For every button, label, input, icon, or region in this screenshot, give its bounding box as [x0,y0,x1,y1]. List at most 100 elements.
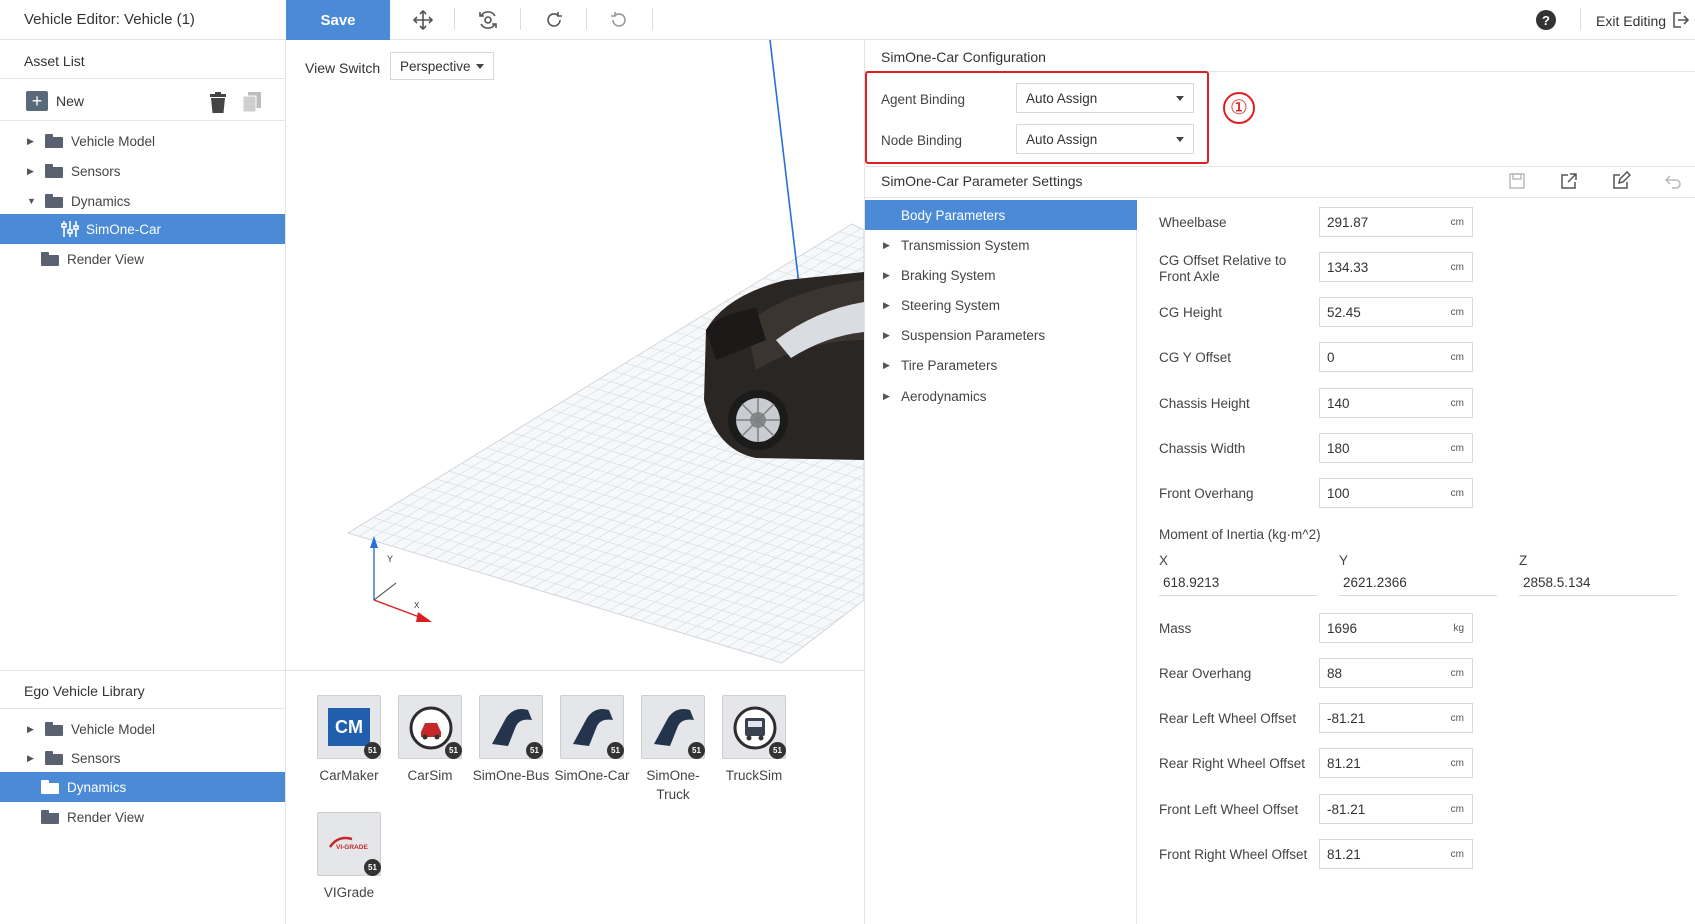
tree-item-dynamics[interactable]: ▼ Dynamics [0,186,285,216]
param-input-front-overhang[interactable]: 100 cm [1319,478,1473,508]
param-input-cg-offset[interactable]: 134.33 cm [1319,252,1473,282]
library-vehicle-carsim[interactable]: 51 CarSim [390,695,470,785]
library-item-dynamics[interactable]: Dynamics [0,772,285,802]
export-icon[interactable] [1559,171,1579,191]
expand-arrow-icon[interactable]: ▶ [883,240,890,251]
tree-item-render-view[interactable]: Render View [0,244,285,274]
expand-arrow-icon[interactable]: ▶ [883,300,890,311]
tree-item-simone-car[interactable]: SimOne-Car [0,214,285,244]
category-steering-system[interactable]: ▶ Steering System [865,290,1137,320]
carmaker-icon: CM 51 [317,695,381,759]
inertia-input-z[interactable]: 2858.5.134 [1519,570,1677,596]
agent-binding-dropdown[interactable]: Auto Assign [1016,83,1194,113]
category-transmission-system[interactable]: ▶ Transmission System [865,230,1137,260]
badge: 51 [364,859,381,876]
exit-icon[interactable] [1670,10,1690,30]
tree-item-label: SimOne-Car [86,221,162,237]
param-input-rear-overhang[interactable]: 88 cm [1319,658,1473,688]
param-unit: cm [1450,217,1464,228]
expand-arrow-icon[interactable]: ▶ [883,360,890,371]
category-body-parameters[interactable]: Body Parameters [865,200,1137,230]
expand-arrow-icon[interactable]: ▶ [27,167,35,176]
category-aerodynamics[interactable]: ▶ Aerodynamics [865,381,1137,411]
param-unit: cm [1450,307,1464,318]
tree-item-vehicle-model[interactable]: ▶ Vehicle Model [0,126,285,156]
library-item-sensors[interactable]: ▶ Sensors [0,743,285,773]
move-icon[interactable] [411,8,435,32]
param-input-front-right-wheel-offset[interactable]: 81.21 cm [1319,839,1473,869]
badge: 51 [769,742,786,759]
param-label-cg-height: CG Height [1159,305,1223,320]
3d-viewport[interactable]: Y X View Switch Perspective [286,40,864,670]
library-item-render-view[interactable]: Render View [0,802,285,832]
expand-arrow-icon[interactable]: ▶ [883,391,890,402]
param-input-wheelbase[interactable]: 291.87 cm [1319,207,1473,237]
param-value: 1696 [1327,620,1358,636]
tree-item-label: Render View [67,251,145,267]
redo-icon[interactable] [542,8,566,32]
param-value: 291.87 [1327,214,1369,230]
view-switch-dropdown[interactable]: Perspective [390,52,494,80]
param-input-cg-y-offset[interactable]: 0 cm [1319,342,1473,372]
folder-icon [45,194,63,208]
chevron-down-icon [476,64,484,69]
trash-icon[interactable] [208,92,228,114]
param-unit: cm [1450,758,1464,769]
library-vehicle-simone-car[interactable]: 51 SimOne-Car [552,695,632,785]
folder-icon [45,722,63,736]
badge: 51 [688,742,705,759]
param-label-chassis-width: Chassis Width [1159,441,1246,456]
library-vehicle-trucksim[interactable]: 51 TruckSim [714,695,794,785]
viewport-scene[interactable]: Y X [286,40,864,670]
expand-arrow-icon[interactable]: ▶ [27,754,35,763]
library-item-vehicle-model[interactable]: ▶ Vehicle Model [0,714,285,744]
new-asset-button[interactable]: + New [26,91,84,111]
param-input-chassis-height[interactable]: 140 cm [1319,388,1473,418]
param-label-rear-left-wheel-offset: Rear Left Wheel Offset [1159,711,1297,726]
param-unit: cm [1450,262,1464,273]
param-input-cg-height[interactable]: 52.45 cm [1319,297,1473,327]
expand-arrow-icon[interactable]: ▶ [27,725,35,734]
param-input-front-left-wheel-offset[interactable]: -81.21 cm [1319,794,1473,824]
category-braking-system[interactable]: ▶ Braking System [865,260,1137,290]
rotate-view-icon[interactable] [476,8,500,32]
annotation-marker: ① [1223,92,1255,124]
param-value: 81.21 [1327,755,1361,771]
library-vehicle-simone-bus[interactable]: 51 SimOne-Bus [471,695,551,785]
library-vehicle-carmaker[interactable]: CM 51 CarMaker [309,695,389,785]
library-vehicle-simone-truck[interactable]: 51 SimOne-Truck [633,695,713,804]
param-input-mass[interactable]: 1696 kg [1319,613,1473,643]
param-input-rear-right-wheel-offset[interactable]: 81.21 cm [1319,748,1473,778]
param-unit: cm [1450,849,1464,860]
inertia-input-x[interactable]: 618.9213 [1159,570,1317,596]
param-unit: cm [1450,488,1464,499]
exit-editing-button[interactable]: Exit Editing [1596,13,1666,29]
tree-item-label: Render View [67,809,145,825]
param-value: 100 [1327,485,1350,501]
folder-icon [45,134,63,148]
copy-icon[interactable] [242,91,262,113]
divider [0,708,285,709]
param-label-cg-y-offset: CG Y Offset [1159,350,1232,365]
library-vehicle-vigrade[interactable]: VI-GRADE 51 VIGrade [309,812,389,902]
help-icon[interactable]: ? [1536,10,1556,30]
node-binding-dropdown[interactable]: Auto Assign [1016,124,1194,154]
undo-icon[interactable] [607,8,631,32]
collapse-arrow-icon[interactable]: ▼ [27,197,36,206]
category-label: Tire Parameters [901,357,998,373]
param-input-chassis-width[interactable]: 180 cm [1319,433,1473,463]
expand-arrow-icon[interactable]: ▶ [27,137,35,146]
save-params-icon[interactable] [1507,171,1527,191]
reset-icon[interactable] [1663,171,1683,191]
expand-arrow-icon[interactable]: ▶ [883,270,890,281]
tree-item-sensors[interactable]: ▶ Sensors [0,156,285,186]
carsim-icon: 51 [398,695,462,759]
category-suspension-parameters[interactable]: ▶ Suspension Parameters [865,320,1137,350]
category-tire-parameters[interactable]: ▶ Tire Parameters [865,350,1137,380]
inertia-input-y[interactable]: 2621.2366 [1339,570,1497,596]
save-button[interactable]: Save [286,0,390,40]
param-input-rear-left-wheel-offset[interactable]: -81.21 cm [1319,703,1473,733]
edit-icon[interactable] [1611,170,1632,191]
expand-arrow-icon[interactable]: ▶ [883,330,890,341]
toolbar-divider [520,8,521,30]
